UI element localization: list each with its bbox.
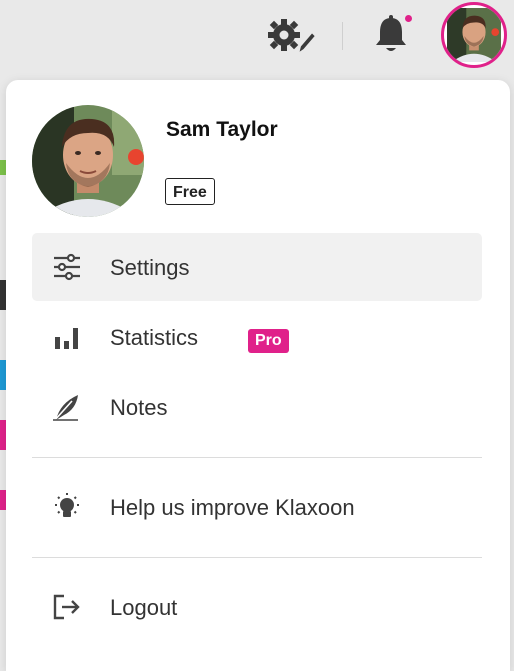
menu-item-label: Notes (110, 395, 168, 420)
pro-badge: Pro (248, 329, 289, 353)
menu-item-feedback[interactable]: Help us improve Klaxoon (32, 473, 482, 541)
notification-dot (405, 15, 412, 22)
menu-item-logout[interactable]: Logout (32, 573, 482, 641)
avatar (447, 8, 501, 62)
user-name: Sam Taylor (166, 118, 278, 141)
user-avatar-button[interactable] (441, 2, 507, 68)
avatar (32, 105, 144, 217)
menu-divider (32, 457, 482, 458)
settings-gear-button[interactable] (264, 14, 318, 60)
top-bar (0, 0, 514, 78)
menu-item-label: Help us improve Klaxoon (110, 495, 355, 520)
profile-avatar (32, 105, 144, 217)
sliders-icon (54, 253, 80, 281)
menu-item-label: Settings (110, 255, 190, 280)
logout-icon (53, 594, 80, 620)
menu-item-label: Logout (110, 595, 178, 620)
menu-item-notes[interactable]: Notes (32, 373, 482, 441)
bar-chart-icon (55, 328, 78, 349)
header-divider (342, 22, 343, 50)
menu-item-label: Statistics (110, 325, 199, 350)
menu-item-statistics[interactable]: Statistics Pro (32, 303, 482, 371)
menu-divider (32, 557, 482, 558)
lightbulb-icon (55, 493, 79, 517)
feather-icon (53, 395, 78, 421)
gear-pencil-icon (268, 19, 318, 57)
user-dropdown-menu: Sam Taylor Free Settings Statistics Pro … (6, 80, 510, 671)
plan-badge: Free (165, 178, 215, 205)
menu-item-settings[interactable]: Settings (32, 233, 482, 301)
